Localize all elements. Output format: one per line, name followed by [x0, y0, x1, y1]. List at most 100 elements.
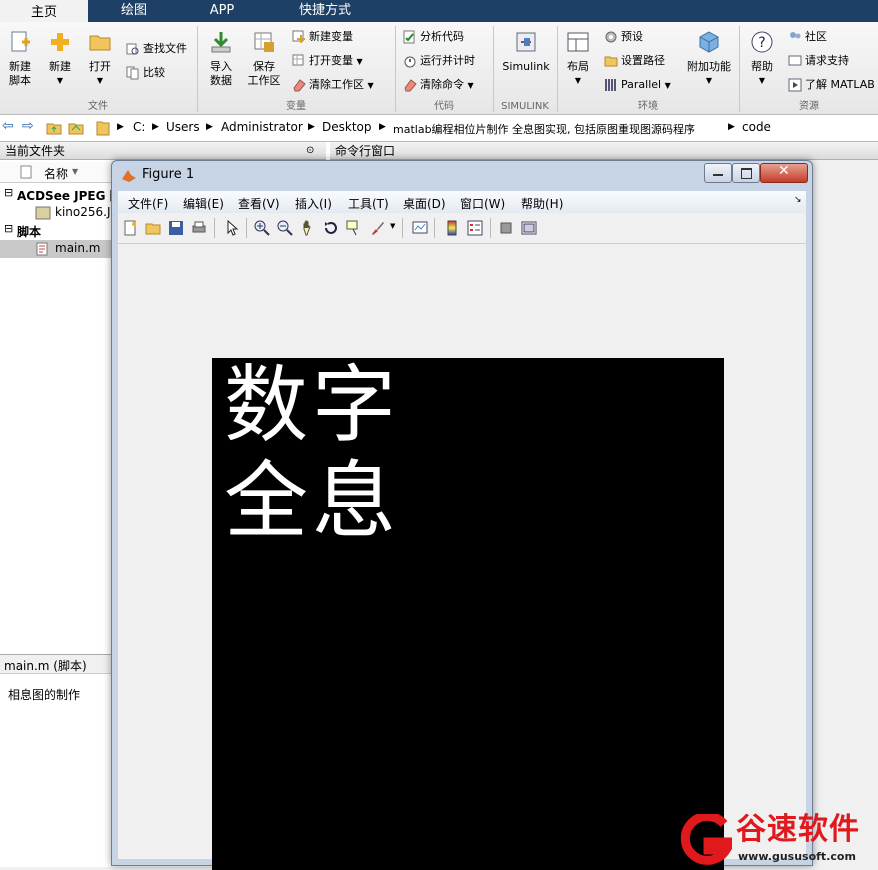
legend-icon[interactable] — [467, 220, 483, 236]
zoom-in-icon[interactable] — [254, 220, 270, 236]
analyze-code-button[interactable]: 分析代码 — [403, 28, 464, 46]
up-folder-icon[interactable] — [46, 120, 62, 136]
pointer-icon[interactable] — [224, 220, 240, 236]
menu-desktop[interactable]: 桌面(D) — [403, 195, 446, 212]
learn-icon — [788, 78, 802, 92]
import-data-button[interactable]: 导入 数据 — [204, 30, 238, 88]
print-icon[interactable] — [191, 220, 207, 236]
brush-icon[interactable] — [370, 220, 386, 236]
pan-hand-icon[interactable] — [300, 220, 316, 236]
import-data-label: 导入 数据 — [210, 60, 232, 87]
panel-menu-icon[interactable]: ⊙ — [306, 142, 314, 160]
zoom-out-icon[interactable] — [277, 220, 293, 236]
new-figure-icon[interactable] — [122, 220, 138, 236]
set-path-button[interactable]: 设置路径 — [604, 52, 665, 70]
preferences-button[interactable]: 预设 — [604, 28, 643, 46]
show-plot-tools-icon[interactable] — [521, 220, 537, 236]
image-axes[interactable]: 数字 全息 — [212, 358, 724, 870]
breadcrumb-c[interactable]: C: — [133, 120, 145, 134]
tab-home[interactable]: 主页 — [0, 0, 88, 24]
menu-dock-icon[interactable]: ↘ — [794, 195, 802, 205]
colorbar-icon[interactable] — [444, 220, 460, 236]
community-icon — [790, 32, 801, 39]
menu-file[interactable]: 文件(F) — [128, 195, 168, 212]
menu-window[interactable]: 窗口(W) — [460, 195, 505, 212]
tab-plots[interactable]: 绘图 — [90, 0, 178, 22]
menu-help[interactable]: 帮助(H) — [521, 195, 563, 212]
data-cursor-icon[interactable] — [346, 220, 362, 236]
layout-button[interactable]: 布局 ▼ — [562, 30, 594, 88]
tree-group-jpeg[interactable]: ⊟ ACDSee JPEG 图 — [0, 186, 122, 204]
address-bar[interactable]: ⇦ ⇨ ▶ C: ▶ Users ▶ Administrator ▶ Deskt… — [0, 115, 878, 142]
forward-arrow-icon[interactable]: ⇨ — [22, 118, 34, 134]
group-environment-label: 环境 — [638, 101, 658, 112]
clear-commands-button[interactable]: 清除命令 ▼ — [403, 76, 474, 94]
save-workspace-button[interactable]: 保存 工作区 — [244, 30, 284, 88]
tree-group-scripts[interactable]: ⊟ 脚本 — [0, 222, 112, 240]
figure-title-bar[interactable]: Figure 1 ✕ — [112, 161, 812, 189]
root-folder-icon — [96, 121, 110, 136]
collapse-icon[interactable]: ⊟ — [4, 186, 13, 199]
chevron-down-icon: ▼ — [758, 76, 766, 85]
menu-tools[interactable]: 工具(T) — [348, 195, 389, 212]
back-arrow-icon[interactable]: ⇦ — [2, 118, 14, 134]
details-title: main.m (脚本) — [4, 659, 87, 673]
list-item-selected[interactable]: main.m — [0, 240, 112, 258]
tab-apps[interactable]: APP — [180, 0, 264, 22]
tree-group-label: ACDSee JPEG 图 — [17, 189, 122, 203]
rotate-3d-icon[interactable] — [323, 220, 339, 236]
minimize-button[interactable] — [704, 163, 732, 183]
hide-plot-tools-icon[interactable] — [498, 220, 514, 236]
compare-button[interactable]: 比较 — [126, 64, 165, 82]
menu-edit[interactable]: 编辑(E) — [183, 195, 224, 212]
matlab-logo-icon — [122, 170, 136, 182]
new-variable-label: 新建变量 — [309, 30, 353, 43]
simulink-icon — [516, 32, 536, 52]
save-icon[interactable] — [168, 220, 184, 236]
help-button[interactable]: ? 帮助 ▼ — [746, 30, 778, 88]
learn-matlab-button[interactable]: 了解 MATLAB — [788, 76, 875, 94]
run-and-time-button[interactable]: 运行并计时 — [403, 52, 475, 70]
open-variable-button[interactable]: 打开变量 ▼ — [292, 52, 363, 70]
parallel-label: Parallel — [621, 78, 662, 91]
link-plot-icon[interactable] — [412, 220, 428, 236]
close-button[interactable]: ✕ — [760, 163, 808, 183]
breadcrumb-desktop[interactable]: Desktop — [322, 120, 372, 134]
maximize-button[interactable] — [732, 163, 760, 183]
current-folder-title: 当前文件夹 — [5, 144, 66, 158]
browse-folder-icon[interactable] — [68, 120, 84, 136]
breadcrumb-administrator[interactable]: Administrator — [221, 120, 303, 134]
simulink-button[interactable]: Simulink — [500, 30, 552, 74]
new-script-label: 新建 脚本 — [9, 60, 31, 87]
chevron-down-icon: ▼ — [96, 76, 104, 85]
list-item[interactable]: kino256.JPG — [0, 204, 127, 222]
find-files-button[interactable]: 查找文件 — [126, 40, 187, 58]
figure-window: Figure 1 ✕ 文件(F) 编辑(E) 查看(V) 插入(I) 工具(T)… — [111, 160, 813, 870]
clear-workspace-label: 清除工作区 — [309, 78, 364, 91]
new-variable-button[interactable]: 新建变量 — [292, 28, 353, 46]
clear-workspace-button[interactable]: 清除工作区 ▼ — [292, 76, 374, 94]
community-label: 社区 — [805, 30, 827, 43]
breadcrumb-separator-icon: ▶ — [379, 122, 386, 132]
open-button[interactable]: 打开 ▼ — [84, 30, 116, 88]
new-script-button[interactable]: 新建 脚本 — [2, 30, 38, 88]
request-support-button[interactable]: 请求支持 — [788, 52, 849, 70]
addons-button[interactable]: 附加功能 ▼ — [684, 30, 734, 88]
breadcrumb-code[interactable]: code — [742, 120, 771, 134]
chevron-down-icon: ▼ — [664, 81, 671, 90]
preferences-label: 预设 — [621, 30, 643, 43]
new-button[interactable]: 新建 ▼ — [44, 30, 76, 88]
menu-view[interactable]: 查看(V) — [238, 195, 280, 212]
tab-shortcuts[interactable]: 快捷方式 — [266, 0, 384, 22]
breadcrumb-project-folder[interactable]: matlab编程相位片制作 全息图实现, 包括原图重现图源码程序 — [393, 121, 695, 137]
community-button[interactable]: 社区 — [788, 28, 827, 46]
name-column-header[interactable]: 名称 — [44, 165, 68, 182]
collapse-icon[interactable]: ⊟ — [4, 222, 13, 235]
breadcrumb-separator-icon: ▶ — [152, 122, 159, 132]
open-file-icon[interactable] — [145, 220, 161, 236]
ribbon: 新建 脚本 新建 ▼ 打开 ▼ 查找文件 比较 文件 导入 数据 保存 工作区 … — [0, 22, 878, 115]
menu-insert[interactable]: 插入(I) — [295, 195, 332, 212]
chevron-down-icon[interactable]: ▼ — [390, 222, 395, 230]
parallel-button[interactable]: Parallel ▼ — [604, 76, 671, 94]
breadcrumb-users[interactable]: Users — [166, 120, 200, 134]
